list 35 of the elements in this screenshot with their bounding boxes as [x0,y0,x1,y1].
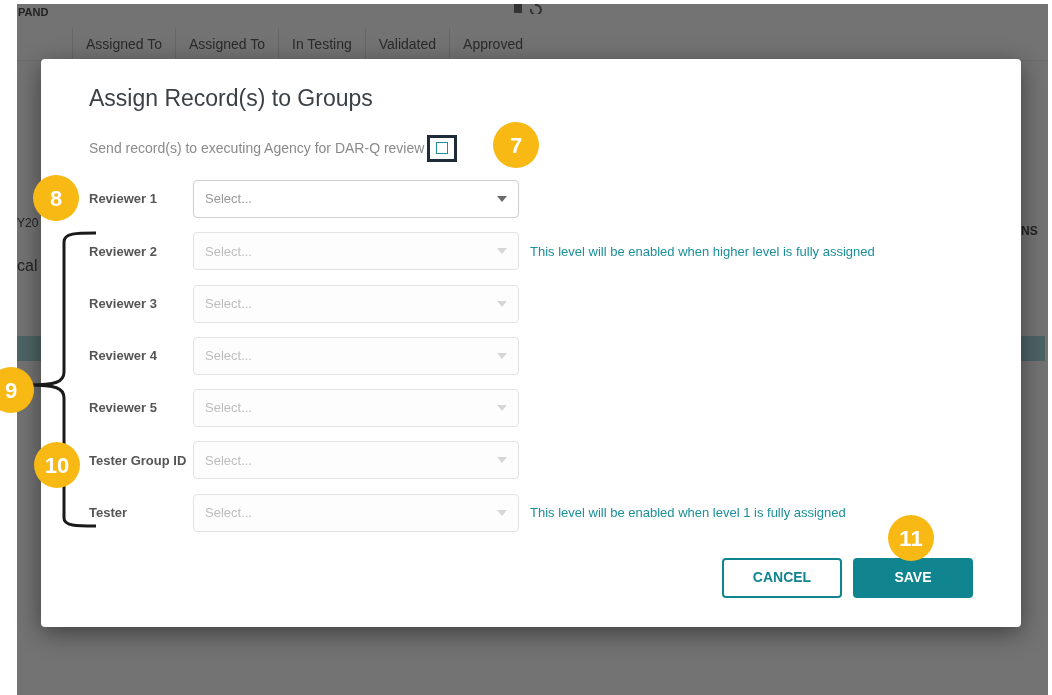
background-text: cal [17,256,38,276]
caret-icon [497,248,507,255]
select-placeholder: Select... [205,347,252,366]
table-header-bar [1021,336,1045,361]
dialog-title: Assign Record(s) to Groups [89,84,374,113]
subtitle-text: Send record(s) to executing Agency for DAR-Q review [89,138,425,158]
field-label: Reviewer 2 [89,242,158,261]
select-placeholder: Select... [205,504,252,523]
field-label: Tester [89,504,129,523]
select-field[interactable]: Select... [193,180,519,218]
field-label: Reviewer 3 [89,294,158,313]
caret-icon [497,405,507,412]
field-label: Reviewer 1 [89,190,158,209]
header-label: PAND [18,5,49,20]
caret-icon [497,509,507,516]
select-placeholder: Select... [205,399,252,418]
field-label: Tester Group ID [89,451,188,470]
caret-icon [497,300,507,307]
caret-icon [497,457,507,464]
field-label: Reviewer 5 [89,399,158,418]
select-placeholder: Select... [205,294,252,313]
select-placeholder: Select... [205,190,252,209]
save-button[interactable]: SAVE [853,557,973,598]
hint-text: This level will be enabled when higher level is fully assigned [530,242,875,261]
cancel-button[interactable]: CANCEL [722,557,842,598]
checkbox[interactable] [436,142,449,154]
background-text: NS [1021,223,1038,240]
hint-text: This level will be enabled when level 1 is fully assigned [530,504,846,523]
field-label: Reviewer 4 [89,347,158,366]
toolbar-icons [513,4,543,14]
caret-icon [497,352,507,359]
table-header-bar [17,336,41,361]
select-placeholder: Select... [205,451,252,470]
caret-icon [497,196,507,202]
select-placeholder: Select... [205,242,252,261]
